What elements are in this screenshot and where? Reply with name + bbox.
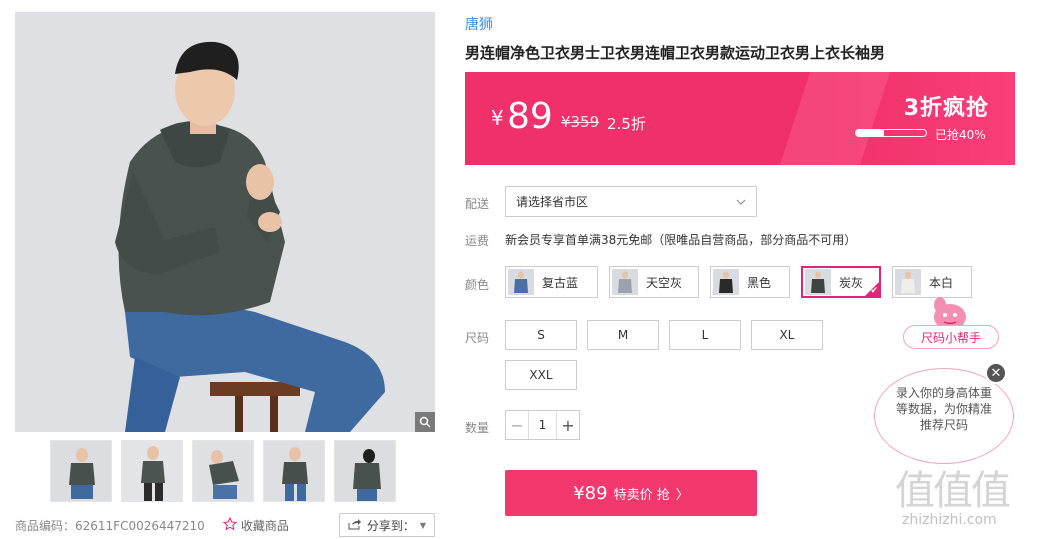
thumbnail-4[interactable] (263, 440, 325, 502)
color-option-4[interactable]: 本白 (892, 266, 972, 298)
size-label: 尺码 (465, 331, 490, 345)
quantity-stepper: − 1 + (505, 410, 580, 440)
favorite-label: 收藏商品 (240, 518, 289, 533)
price-banner: ¥ 89 ¥359 2.5折 3折疯抢 已抢40% (465, 72, 1015, 165)
color-swatch-thumbnail (805, 269, 831, 295)
star-icon (222, 516, 238, 534)
color-option-3[interactable]: 炭灰 ✔ (801, 266, 881, 298)
quantity-increase-button[interactable]: + (557, 411, 579, 439)
thumbnail-5[interactable] (334, 440, 396, 502)
size-option-s[interactable]: S (505, 320, 577, 350)
color-label: 颜色 (465, 278, 490, 292)
shipping-label: 运费 (465, 234, 490, 248)
buy-button-label: 特卖价 抢 (613, 487, 670, 503)
color-option-label: 本白 (929, 275, 954, 290)
sold-progress-bar (855, 129, 927, 137)
size-option-xl[interactable]: XL (751, 320, 823, 350)
region-select[interactable]: 请选择省市区 (505, 186, 757, 217)
thumbnail-2[interactable] (121, 440, 183, 502)
buy-button[interactable]: ¥89 特卖价 抢 〉 (505, 470, 757, 516)
watermark-url: zhizhizhi.com (902, 512, 997, 528)
color-swatch-thumbnail (713, 269, 739, 295)
color-option-label: 炭灰 (839, 275, 864, 290)
color-options: 复古蓝 天空灰 黑色 炭灰 ✔ 本白 (505, 266, 972, 298)
color-swatch-thumbnail (612, 269, 638, 295)
thumbnail-3[interactable] (192, 440, 254, 502)
color-option-label: 黑色 (747, 275, 772, 290)
model-photo (15, 12, 435, 432)
color-swatch-thumbnail (895, 269, 921, 295)
share-button[interactable]: 分享到： ▼ (338, 513, 435, 537)
thumbnail-1[interactable] (50, 440, 112, 502)
size-option-xxl[interactable]: XXL (505, 360, 577, 390)
thumbnail-strip (50, 440, 396, 502)
size-option-l[interactable]: L (669, 320, 741, 350)
color-option-0[interactable]: 复古蓝 (505, 266, 598, 298)
quantity-input[interactable]: 1 (528, 411, 557, 439)
color-option-label: 天空灰 (646, 275, 683, 290)
flash-sale-label: 3折疯抢 (903, 96, 989, 121)
sale-price: 89 (507, 96, 553, 137)
color-option-label: 复古蓝 (542, 275, 579, 290)
chevron-right-icon: 〉 (675, 487, 689, 503)
size-helper-button[interactable]: 尺码小帮手 (903, 325, 999, 349)
original-price: ¥359 (561, 113, 600, 131)
chevron-down-icon (736, 195, 746, 208)
sold-progress-fill (856, 130, 884, 136)
check-icon: ✔ (870, 286, 878, 296)
delivery-label: 配送 (465, 197, 490, 211)
banner-decoration (779, 72, 891, 165)
favorite-link[interactable]: 收藏商品 (222, 516, 289, 534)
product-title: 男连帽净色卫衣男士卫衣男连帽卫衣男款运动卫衣男上衣长袖男 (465, 44, 886, 62)
caret-down-icon: ▼ (419, 520, 426, 530)
sold-percent: 已抢40% (935, 128, 986, 142)
product-meta-row: 商品编码：62611FC0026447210 收藏商品 分享到： ▼ (15, 513, 435, 537)
zoom-icon[interactable] (415, 412, 435, 432)
quantity-decrease-button[interactable]: − (506, 411, 528, 439)
buy-button-price: ¥89 (573, 482, 608, 504)
product-code: 商品编码：62611FC0026447210 (15, 518, 205, 533)
color-option-2[interactable]: 黑色 (710, 266, 790, 298)
quantity-label: 数量 (465, 421, 490, 435)
color-option-1[interactable]: 天空灰 (609, 266, 699, 298)
share-icon (348, 518, 362, 533)
product-main-image[interactable] (15, 12, 435, 432)
size-option-m[interactable]: M (587, 320, 659, 350)
price-currency: ¥ (491, 106, 504, 130)
share-label: 分享到： (366, 518, 415, 533)
region-select-value: 请选择省市区 (516, 195, 589, 209)
close-icon[interactable]: ✕ (985, 362, 1007, 384)
brand-link[interactable]: 唐狮 (465, 14, 493, 34)
discount-rate: 2.5折 (607, 115, 646, 133)
shipping-info: 新会员专享首单满38元免邮（限唯品自营商品，部分商品不可用） (505, 233, 857, 247)
watermark-logo: 值值值 (895, 468, 1011, 514)
color-swatch-thumbnail (508, 269, 534, 295)
